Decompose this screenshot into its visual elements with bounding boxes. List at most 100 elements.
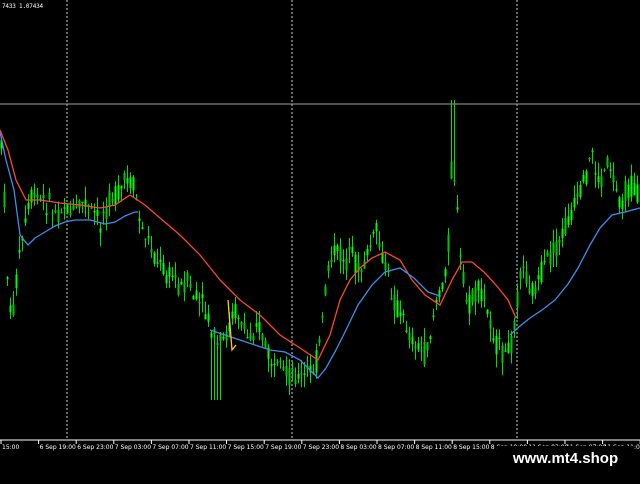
candle-body [351,246,354,254]
x-tick-label: 7 Sep 03:00 [115,444,151,451]
candle-body [456,207,459,210]
candle-body [606,157,609,168]
candle-body [261,334,264,341]
x-tick-label: 7 Sep 07:00 [152,444,188,451]
candle-body [321,315,324,318]
candle-body [126,177,129,184]
candle-body [447,234,450,252]
candle-body [120,185,123,189]
candle-body [189,283,192,288]
candle-body [81,201,84,204]
candle-body [609,169,612,172]
candle-body [534,287,537,294]
candle-body [459,255,462,258]
x-tick-label: 8 Sep 15:00 [453,444,489,451]
candle-body [558,239,561,243]
candle-body [285,366,288,377]
candle-body [63,207,66,209]
candle-body [153,252,156,264]
candle-body [294,379,297,384]
candle-body [573,197,576,208]
candle-body [66,204,69,214]
candle-body [393,294,396,311]
candle-body [138,218,141,222]
chart-area[interactable]: 15:00 6 Sep 19:00 6 Sep 23:00 7 Sep 03:00 7 … [0,0,640,480]
candle-body [75,205,78,208]
candle-body [156,262,159,264]
candle-body [354,254,357,274]
candle-body [174,275,177,278]
candle-body [276,361,279,364]
candle-body [54,210,57,213]
candle-body [567,216,570,225]
candle-body [318,339,321,343]
candle-body [270,364,273,366]
candle-body [93,210,96,213]
candle-body [429,336,432,339]
candle-body [141,227,144,230]
candle-body [588,157,591,160]
moving-average-blue [509,207,640,336]
candle-body [483,296,486,300]
candle-body [243,322,246,330]
candle-body [60,211,63,214]
candle-body [375,223,378,232]
candle-body [525,271,528,284]
price-chart[interactable]: 15:00 6 Sep 19:00 6 Sep 23:00 7 Sep 03:00 7 … [0,0,640,480]
candle-body [234,304,237,318]
candle-body [3,191,6,208]
candle-body [327,265,330,272]
candle-body [426,342,429,351]
candle-body [366,249,369,256]
candle-body [279,360,282,362]
candle-body [612,175,615,182]
candle-body [465,299,468,302]
candle-body [57,209,60,223]
candle-body [216,342,219,345]
x-tick-label: 15:00 [2,444,19,451]
candle-body [408,332,411,341]
candle-body [405,330,408,333]
candle-body [258,322,261,333]
candle-body [414,346,417,349]
x-tick-label: 8 Sep 03:00 [340,444,376,451]
candle-body [162,263,165,275]
candle-body [72,205,75,210]
candle-body [324,286,327,296]
candle-body [336,245,339,252]
candle-body [222,336,225,340]
candle-body [198,301,201,304]
candle-body [390,298,393,300]
candle-body [147,236,150,238]
candle-body [546,252,549,257]
watermark-logo: www.mt4.shop [497,446,634,471]
candle-body [315,350,318,373]
candle-body [618,197,621,208]
candle-body [180,281,183,285]
candle-body [168,267,171,277]
candle-body [627,184,630,198]
candle-body [192,296,195,300]
candle-body [348,246,351,250]
candle-body [165,275,168,284]
candle-body [6,277,9,280]
candle-body [201,293,204,299]
candle-body [204,314,207,320]
candle-body [597,176,600,183]
candle-body [441,282,444,290]
x-tick-label: 7 Sep 15:00 [228,444,264,451]
candle-body [345,258,348,270]
candle-body [144,238,147,241]
x-tick-label: 6 Sep 23:00 [77,444,113,451]
candle-body [96,210,99,216]
candle-body [396,300,399,318]
candle-body [9,305,12,313]
candle-body [501,345,504,363]
candle-body [474,287,477,302]
candle-body [381,252,384,263]
candle-body [237,317,240,319]
candle-body [231,311,234,319]
candle-body [300,373,303,375]
candle-body [171,275,174,278]
candle-body [453,179,456,182]
